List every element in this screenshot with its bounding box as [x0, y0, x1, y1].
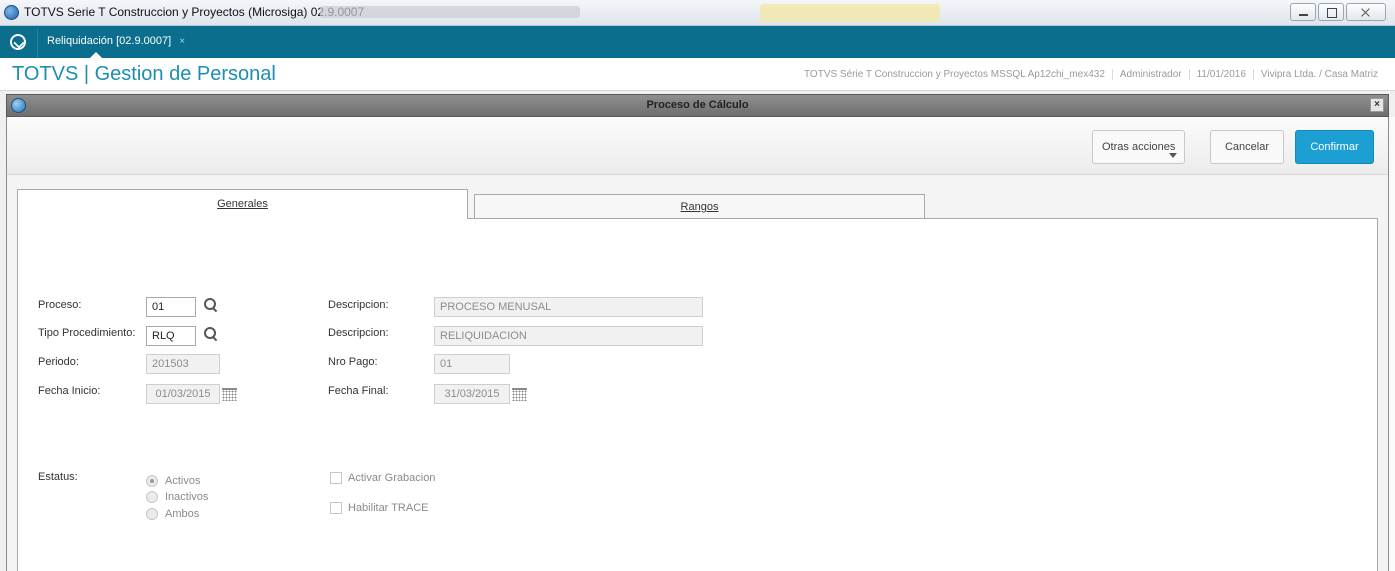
tab-label: Reliquidación [02.9.0007]: [47, 35, 172, 47]
window-close-icon[interactable]: [1346, 3, 1386, 21]
module-header: TOTVS | Gestion de Personal TOTVS Série …: [0, 58, 1395, 91]
descripcion-2-field: RELIQUIDACION: [434, 326, 703, 346]
tipo-procedimiento-search-icon[interactable]: [204, 327, 218, 341]
date-label: 11/01/2016: [1188, 69, 1253, 80]
nro-pago-field: 01: [434, 354, 510, 374]
tab-rangos-label: Rangos: [680, 201, 719, 213]
estatus-ambos-label: Ambos: [165, 508, 200, 520]
estatus-ambos-radio[interactable]: [146, 508, 158, 520]
user-label: Administrador: [1111, 69, 1189, 80]
session-info: TOTVS Série T Construccion y Proyectos M…: [797, 69, 1385, 80]
tab-generales-label: Generales: [217, 198, 268, 210]
dialog-body: Otras acciones Cancelar Confirmar Genera…: [6, 117, 1389, 571]
app-logo-icon: [4, 5, 19, 20]
tab-rangos[interactable]: Rangos: [474, 194, 925, 219]
fecha-final-label: Fecha Final:: [328, 385, 389, 397]
tab-reliquidacion[interactable]: Reliquidación [02.9.0007] ×: [37, 29, 195, 58]
proceso-label: Proceso:: [38, 299, 82, 311]
fecha-inicio-label: Fecha Inicio:: [38, 385, 101, 397]
descripcion-2-label: Descripcion:: [328, 327, 389, 339]
tab-generales[interactable]: Generales: [17, 189, 468, 219]
activar-grabacion-label: Activar Grabacion: [348, 472, 436, 484]
fecha-final-calendar-icon[interactable]: [512, 388, 527, 401]
chevron-down-icon: [1169, 153, 1177, 158]
estatus-label: Estatus:: [38, 471, 78, 483]
periodo-label: Periodo:: [38, 356, 79, 368]
periodo-field: 201503: [146, 354, 220, 374]
fecha-final-field: 31/03/2015: [434, 384, 510, 404]
proceso-search-icon[interactable]: [204, 298, 218, 312]
dialog-header: Proceso de Cálculo ×: [6, 94, 1389, 117]
descripcion-1-field: PROCESO MENUSAL: [434, 297, 703, 317]
environment-label: TOTVS Série T Construccion y Proyectos M…: [804, 69, 1105, 80]
estatus-inactivos-label: Inactivos: [165, 491, 209, 503]
maximize-icon[interactable]: [1318, 3, 1344, 21]
right-edge: [1389, 117, 1395, 571]
dialog-title: Proceso de Cálculo: [646, 99, 749, 111]
window-titlebar: TOTVS Serie T Construccion y Proyectos (…: [0, 0, 1395, 26]
other-actions-label: Otras acciones: [1102, 141, 1176, 153]
minimize-icon[interactable]: [1290, 3, 1316, 21]
generales-panel: Proceso: 01 Tipo Procedimiento: RLQ Peri…: [17, 218, 1378, 571]
proceso-input[interactable]: 01: [146, 297, 196, 317]
app-tabbar: Reliquidación [02.9.0007] × ?: [0, 26, 1395, 76]
descripcion-1-label: Descripcion:: [328, 299, 389, 311]
estatus-activos-label: Activos: [165, 475, 201, 487]
action-toolbar: Otras acciones Cancelar Confirmar: [7, 117, 1388, 175]
tipo-procedimiento-input[interactable]: RLQ: [146, 326, 196, 346]
module-title: TOTVS | Gestion de Personal: [12, 63, 276, 85]
fecha-inicio-calendar-icon[interactable]: [222, 388, 237, 401]
window-title: TOTVS Serie T Construccion y Proyectos (…: [24, 5, 365, 19]
nro-pago-label: Nro Pago:: [328, 356, 378, 368]
cancel-button[interactable]: Cancelar: [1210, 130, 1284, 164]
blurred-title-area: [320, 6, 580, 18]
blurred-highlight-area: [760, 4, 940, 22]
tab-close-icon[interactable]: ×: [179, 36, 185, 47]
habilitar-trace-label: Habilitar TRACE: [348, 502, 429, 514]
activar-grabacion-checkbox[interactable]: [330, 472, 342, 484]
company-label: Vivipra Ltda. / Casa Matriz: [1252, 69, 1385, 80]
dialog-close-icon[interactable]: ×: [1370, 98, 1384, 112]
other-actions-button[interactable]: Otras acciones: [1092, 130, 1185, 164]
confirm-button[interactable]: Confirmar: [1295, 130, 1374, 164]
estatus-inactivos-radio[interactable]: [146, 491, 158, 503]
fecha-inicio-field: 01/03/2015: [146, 384, 220, 404]
estatus-activos-radio[interactable]: [146, 475, 158, 487]
home-icon[interactable]: [10, 34, 26, 50]
tipo-procedimiento-label: Tipo Procedimiento:: [38, 327, 136, 339]
habilitar-trace-checkbox[interactable]: [330, 502, 342, 514]
